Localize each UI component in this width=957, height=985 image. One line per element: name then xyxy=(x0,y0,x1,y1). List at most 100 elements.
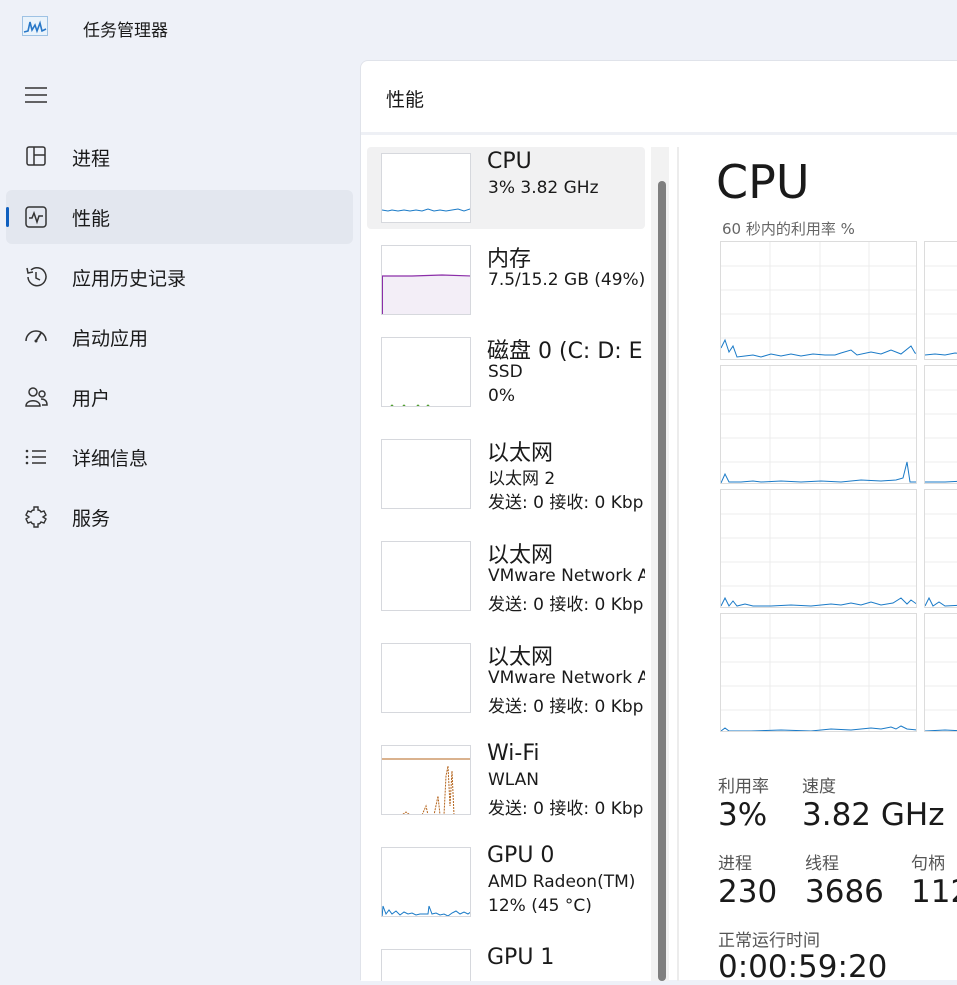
device-detail: VMware Network A xyxy=(488,668,645,688)
device-usage: 0% xyxy=(488,386,515,406)
device-detail: 7.5/15.2 GB (49%) xyxy=(488,270,645,290)
device-name: GPU 0 xyxy=(487,843,555,868)
core-graph-canvas xyxy=(721,242,916,359)
core-graph-canvas xyxy=(925,265,957,356)
processes-label: 进程 xyxy=(718,854,752,874)
processes-icon xyxy=(26,146,46,166)
device-name: 以太网 xyxy=(487,543,554,568)
nav-label: 进程 xyxy=(72,148,111,170)
performance-icon xyxy=(25,206,47,228)
uptime-value: 0:00:59:20 xyxy=(718,949,888,985)
nav-item-details[interactable]: 详细信息 xyxy=(6,430,353,484)
device-detail: WLAN xyxy=(488,770,540,790)
device-name: 内存 xyxy=(487,247,532,272)
device-graph-thumbnail xyxy=(381,745,471,815)
device-detail: VMware Network A xyxy=(488,566,645,586)
graph-caption: 60 秒内的利用率 % xyxy=(722,220,855,238)
device-throughput: 发送: 0 接收: 0 Kbp xyxy=(488,697,644,717)
handles-label: 句柄 xyxy=(911,854,945,874)
nav-item-startup-apps[interactable]: 启动应用 xyxy=(6,310,353,364)
core-graph-canvas xyxy=(925,389,957,483)
nav-item-processes[interactable]: 进程 xyxy=(6,130,353,184)
device-item-memory[interactable]: 内存 7.5/15.2 GB (49%) xyxy=(367,239,645,321)
device-graph-thumbnail xyxy=(381,439,471,509)
core-usage-graph xyxy=(924,613,957,732)
threads-value: 3686 xyxy=(805,874,884,910)
startup-apps-icon xyxy=(25,330,47,343)
device-item-wifi[interactable]: Wi-Fi WLAN 发送: 0 接收: 0 Kbp xyxy=(367,739,645,821)
core-graph-canvas xyxy=(721,366,916,483)
core-usage-graph xyxy=(924,365,957,484)
core-usage-graph xyxy=(924,489,957,608)
device-detail: 以太网 2 xyxy=(488,469,556,489)
device-item-ethernet[interactable]: 以太网 以太网 2 发送: 0 接收: 0 Kbp xyxy=(367,433,645,515)
nav-label: 性能 xyxy=(72,208,111,230)
core-graph-canvas xyxy=(925,637,957,731)
device-detail: AMD Radeon(TM) xyxy=(488,872,636,892)
device-list: CPU 3% 3.82 GHz 内存 7.5/15.2 GB (49%) 磁盘 … xyxy=(361,135,661,981)
threads-label: 线程 xyxy=(805,854,839,874)
services-icon xyxy=(25,506,47,528)
core-usage-graph xyxy=(924,241,957,360)
title-bar: 任务管理器 xyxy=(0,0,957,56)
core-graph-canvas xyxy=(721,490,916,607)
page-title: 性能 xyxy=(386,89,425,111)
device-item-cpu[interactable]: CPU 3% 3.82 GHz xyxy=(367,147,645,229)
nav-item-performance[interactable]: 性能 xyxy=(6,190,353,244)
cpu-detail-pane: CPU 60 秒内的利用率 % 利用率 3% 速度 3.82 GHz 进程 23… xyxy=(679,135,957,985)
hamburger-menu-icon[interactable] xyxy=(24,84,48,106)
app-history-icon xyxy=(26,266,47,287)
device-item-ethernet[interactable]: 以太网 VMware Network A 发送: 0 接收: 0 Kbp xyxy=(367,637,645,719)
nav-label: 用户 xyxy=(72,388,111,410)
processes-value: 230 xyxy=(718,874,778,910)
device-graph-thumbnail xyxy=(381,337,471,407)
nav-label: 服务 xyxy=(72,508,111,530)
device-list-scrollbar-thumb[interactable] xyxy=(658,181,666,981)
device-usage: 12% (45 °C) xyxy=(488,896,592,916)
core-graph-canvas xyxy=(925,513,957,607)
device-name: 以太网 xyxy=(487,441,554,466)
performance-panel: 性能 CPU 3% 3.82 GHz 内存 7.5/15.2 GB (49%) xyxy=(360,60,957,985)
device-name: CPU xyxy=(487,149,532,174)
speed-label: 速度 xyxy=(802,777,836,797)
task-manager-icon xyxy=(22,16,48,36)
users-icon xyxy=(25,387,48,407)
nav-label: 详细信息 xyxy=(72,448,149,470)
device-item-gpu[interactable]: GPU 0 AMD Radeon(TM) 12% (45 °C) xyxy=(367,841,645,923)
device-throughput: 发送: 0 接收: 0 Kbp xyxy=(488,595,644,615)
device-name: 磁盘 0 (C: D: E: xyxy=(487,339,645,364)
handles-value: 112 xyxy=(911,874,957,910)
speed-value: 3.82 GHz xyxy=(802,797,945,833)
device-name: Wi-Fi xyxy=(487,741,540,766)
nav-item-app-history[interactable]: 应用历史记录 xyxy=(6,250,353,304)
details-icon xyxy=(25,449,46,465)
device-item-ethernet[interactable]: 以太网 VMware Network A 发送: 0 接收: 0 Kbp xyxy=(367,535,645,617)
nav-item-users[interactable]: 用户 xyxy=(6,370,353,424)
device-item-gpu[interactable]: GPU 1 xyxy=(367,943,645,981)
core-usage-graph xyxy=(720,365,917,484)
core-usage-graph xyxy=(720,613,917,732)
nav-label: 应用历史记录 xyxy=(72,268,187,290)
nav-item-services[interactable]: 服务 xyxy=(6,490,353,544)
device-graph-thumbnail xyxy=(381,541,471,611)
core-usage-graph xyxy=(720,489,917,608)
nav-label: 启动应用 xyxy=(72,328,149,350)
core-graph-canvas xyxy=(721,614,916,731)
device-throughput: 发送: 0 接收: 0 Kbp xyxy=(488,493,644,513)
core-usage-graph xyxy=(720,241,917,360)
device-item-disk[interactable]: 磁盘 0 (C: D: E: SSD 0% xyxy=(367,331,645,413)
device-graph-thumbnail xyxy=(381,153,471,223)
device-detail: 3% 3.82 GHz xyxy=(488,178,599,198)
utilization-value: 3% xyxy=(718,797,768,833)
device-graph-thumbnail xyxy=(381,847,471,917)
device-throughput: 发送: 0 接收: 0 Kbp xyxy=(488,799,644,819)
app-title: 任务管理器 xyxy=(83,21,168,41)
device-name: GPU 1 xyxy=(487,945,555,970)
detail-title: CPU xyxy=(716,155,810,209)
device-graph-thumbnail xyxy=(381,949,471,981)
device-graph-thumbnail xyxy=(381,245,471,315)
device-graph-thumbnail xyxy=(381,643,471,713)
device-detail: SSD xyxy=(488,362,523,382)
uptime-label: 正常运行时间 xyxy=(718,931,820,951)
device-name: 以太网 xyxy=(487,645,554,670)
